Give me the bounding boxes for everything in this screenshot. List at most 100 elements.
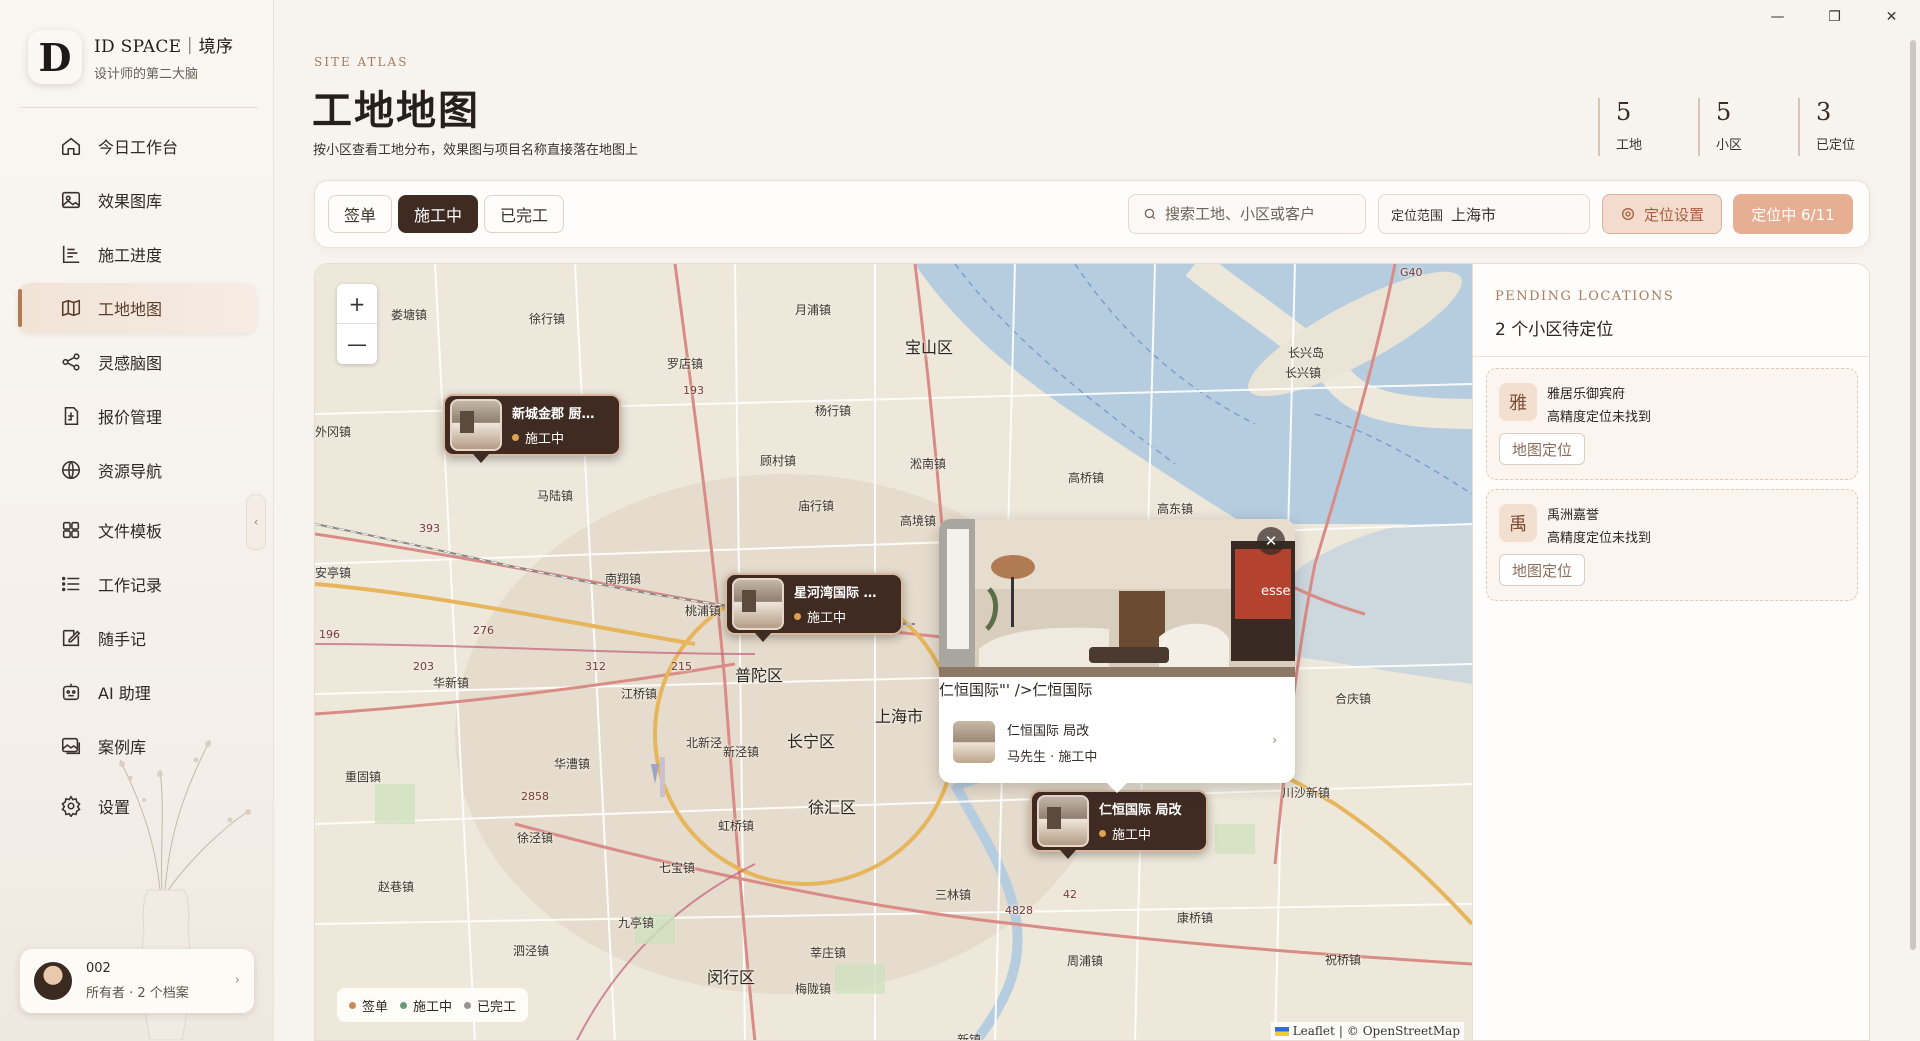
map-locate-button[interactable]: 地图定位 — [1499, 433, 1586, 465]
legend-label: 签单 — [362, 999, 389, 1015]
sidebar-item-progress[interactable]: 施工进度 — [18, 229, 256, 279]
site-map[interactable]: 月浦镇 宝山区 长兴岛 长兴镇 徐行镇 娄塘镇 罗店镇 杨行镇 淞南镇 高桥镇 … — [315, 264, 1472, 1040]
map-place-label: 江桥镇 — [621, 687, 658, 701]
map-place-label: 华新镇 — [433, 676, 470, 690]
gallery-icon — [61, 737, 81, 755]
map-pin[interactable]: 星河湾国际 … 施工中 — [725, 573, 903, 642]
map-place-label: 七宝镇 — [659, 861, 696, 875]
map-place-label: 娄塘镇 — [391, 308, 428, 322]
sidebar-item-templates[interactable]: 文件模板 — [18, 505, 256, 555]
search-input[interactable] — [1165, 205, 1355, 223]
legend-label: 已完工 — [477, 999, 517, 1015]
road-shield: 42 — [1063, 888, 1077, 901]
status-dot — [512, 434, 519, 441]
zoom-out-button[interactable]: — — [337, 324, 377, 364]
map-place-label: 重固镇 — [345, 770, 382, 784]
map-place-label: 徐汇区 — [808, 798, 857, 817]
sidebar-item-renders[interactable]: 效果图库 — [18, 175, 256, 225]
map-place-label: 徐泾镇 — [517, 831, 554, 845]
sidebar-item-label: 今日工作台 — [98, 138, 179, 157]
location-settings-button[interactable]: 定位设置 — [1602, 194, 1722, 234]
brand-title: ID SPACE｜境序 — [94, 37, 234, 57]
road-shield: 312 — [585, 660, 606, 673]
sidebar-item-ai-assistant[interactable]: AI 助理 — [18, 667, 256, 717]
road-shield: G40 — [1400, 266, 1423, 279]
pin-title: 星河湾国际 … — [794, 586, 877, 601]
leaflet-link[interactable]: Leaflet — [1293, 1024, 1335, 1038]
map-place-label: 宝山区 — [905, 338, 954, 357]
map-place-label: 高桥镇 — [1068, 471, 1105, 485]
sidebar-item-site-map[interactable]: 工地地图 — [18, 283, 256, 333]
map-place-label: 桃浦镇 — [685, 604, 722, 618]
sidebar-item-label: AI 助理 — [98, 684, 151, 703]
maximize-button[interactable]: ❐ — [1806, 0, 1863, 34]
map-place-label: 南翔镇 — [605, 572, 642, 586]
stat-value: 5 — [1616, 98, 1632, 126]
location-settings-label: 定位设置 — [1643, 205, 1704, 224]
progress-icon — [62, 245, 80, 264]
pin-status-text: 施工中 — [807, 611, 847, 626]
map-place-label: 虹桥镇 — [718, 819, 755, 833]
locating-button[interactable]: 定位中 6/11 — [1733, 194, 1853, 234]
sidebar: D ID SPACE｜境序 设计师的第二大脑 今日工作台 效果图库 施工进度 工… — [0, 0, 274, 1041]
pin-status-text: 施工中 — [1112, 828, 1152, 843]
sidebar-item-mindmap[interactable]: 灵感脑图 — [18, 337, 256, 387]
close-popup-button[interactable]: ✕ — [1257, 527, 1285, 555]
divider — [20, 107, 258, 108]
map-place-label: 祝桥镇 — [1325, 953, 1362, 967]
road-shield: 215 — [671, 660, 692, 673]
sidebar-collapse-button[interactable]: ‹ — [246, 494, 266, 550]
minimize-button[interactable]: — — [1749, 0, 1806, 34]
map-place-label: 北新泾 — [686, 736, 723, 750]
legend-dot — [400, 1001, 408, 1009]
user-card[interactable]: 002 所有者 · 2 个档案 › — [20, 949, 254, 1013]
legend-item-in-progress: 施工中 — [400, 996, 452, 1015]
zoom-in-button[interactable]: + — [337, 284, 377, 324]
sidebar-item-label: 随手记 — [98, 630, 147, 649]
edit-icon — [62, 629, 81, 647]
popup-caption: 仁恒国际"' />仁恒国际 — [939, 681, 1093, 699]
map-place-label: 安亭镇 — [315, 566, 352, 580]
road-shield: 193 — [683, 384, 704, 397]
map-place-label: 周浦镇 — [1067, 954, 1104, 968]
stat-label: 小区 — [1716, 138, 1743, 153]
map-pin[interactable]: 新城金郡 厨… 施工中 — [443, 394, 621, 463]
popup-render-image[interactable]: esse ✕ — [939, 519, 1295, 677]
map-place-label: 九亭镇 — [618, 916, 655, 930]
map-place-label: 普陀区 — [735, 666, 784, 685]
project-name: 仁恒国际 局改 — [1007, 723, 1090, 739]
legend-item-completed: 已完工 — [464, 996, 516, 1015]
osm-link[interactable]: © OpenStreetMap — [1347, 1024, 1460, 1038]
scrollbar[interactable] — [1910, 40, 1916, 950]
road-shield: 196 — [319, 628, 340, 641]
pin-status-text: 施工中 — [525, 432, 565, 447]
sidebar-item-notes[interactable]: 随手记 — [18, 613, 256, 663]
map-place-label: 淞南镇 — [910, 457, 947, 471]
pending-message: 高精度定位未找到 — [1547, 531, 1652, 546]
home-icon — [61, 137, 81, 156]
brand[interactable]: D ID SPACE｜境序 设计师的第二大脑 — [28, 30, 233, 84]
sidebar-item-resources[interactable]: 资源导航 — [18, 445, 256, 495]
sidebar-item-today[interactable]: 今日工作台 — [18, 121, 256, 171]
map-panel: 月浦镇 宝山区 长兴岛 长兴镇 徐行镇 娄塘镇 罗店镇 杨行镇 淞南镇 高桥镇 … — [314, 263, 1870, 1041]
status-dot — [794, 613, 801, 620]
stat-value: 5 — [1716, 98, 1732, 126]
chevron-right-icon: › — [1272, 733, 1277, 747]
close-window-button[interactable]: ✕ — [1863, 0, 1920, 34]
road-shield: 393 — [419, 522, 440, 535]
chevron-right-icon: › — [234, 973, 240, 988]
map-pin[interactable]: 仁恒国际 局改 施工中 — [1030, 790, 1208, 859]
range-input[interactable] — [1451, 205, 1572, 223]
share-nodes-icon — [62, 353, 80, 371]
filter-toolbar: 签单 施工中 已完工 定位范围 定位设置 定位中 6/11 — [314, 180, 1870, 248]
tab-in-progress[interactable]: 施工中 — [398, 195, 479, 233]
road-shield: 276 — [473, 624, 494, 637]
tab-signed[interactable]: 签单 — [328, 195, 393, 233]
sidebar-item-work-log[interactable]: 工作记录 — [18, 559, 256, 609]
map-locate-button[interactable]: 地图定位 — [1499, 554, 1586, 586]
popup-project-row[interactable]: 仁恒国际 局改 马先生 · 施工中 › — [953, 717, 1283, 767]
map-place-label: 长兴岛 — [1288, 346, 1325, 360]
sidebar-item-quotes[interactable]: 报价管理 — [18, 391, 256, 441]
tab-completed[interactable]: 已完工 — [484, 195, 565, 233]
map-place-label: 梅陇镇 — [795, 982, 832, 996]
